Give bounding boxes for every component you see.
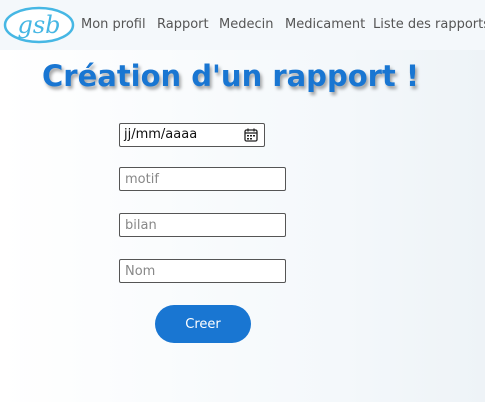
date-input[interactable]: jj/mm/aaaa	[119, 123, 265, 147]
logo-text: gsb	[17, 11, 60, 39]
creer-button[interactable]: Creer	[155, 305, 251, 343]
nav-liste-des-rapports[interactable]: Liste des rapports	[373, 17, 485, 33]
gsb-logo[interactable]: gsb	[3, 6, 75, 44]
bilan-input[interactable]	[119, 213, 286, 237]
page-title: Création d'un rapport !	[42, 59, 420, 93]
nav-mon-profil[interactable]: Mon profil	[81, 17, 146, 33]
top-navbar: gsb Mon profil Rapport Medecin Medicamen…	[0, 0, 485, 50]
nav-rapport[interactable]: Rapport	[157, 17, 209, 33]
calendar-icon[interactable]	[244, 128, 258, 142]
nom-input[interactable]	[119, 259, 286, 283]
nav-medecin[interactable]: Medecin	[219, 17, 273, 33]
motif-input[interactable]	[119, 167, 286, 191]
nav-medicament[interactable]: Medicament	[285, 17, 365, 33]
date-input-value: jj/mm/aaaa	[124, 127, 198, 142]
gsb-logo-icon: gsb	[3, 6, 75, 44]
